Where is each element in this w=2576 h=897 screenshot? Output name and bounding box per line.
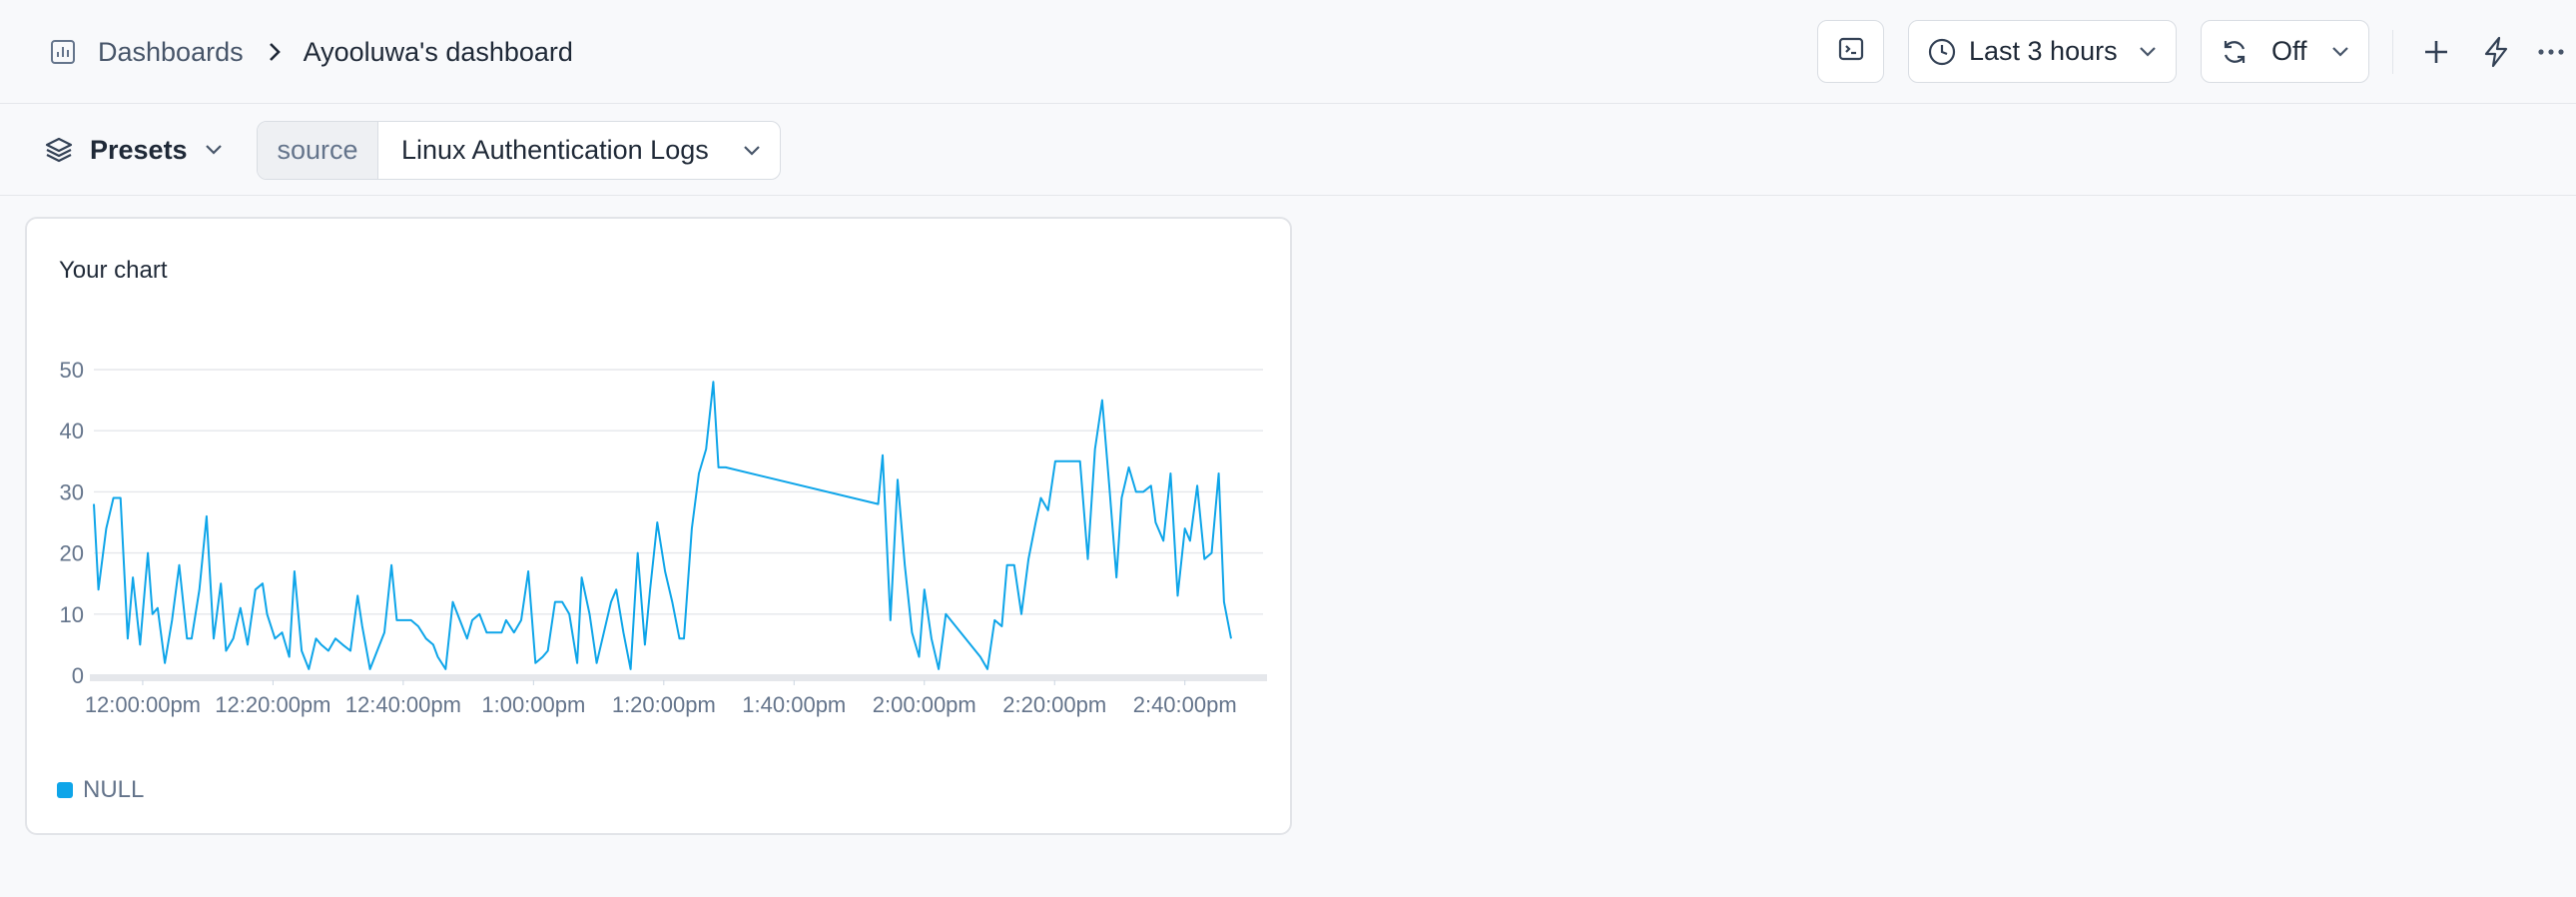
plus-icon — [2422, 38, 2450, 66]
x-tick-label: 1:40:00pm — [742, 692, 846, 717]
bolt-icon — [2482, 36, 2510, 68]
layers-icon — [44, 135, 74, 165]
chevron-down-icon — [2330, 45, 2350, 59]
top-bar: Dashboards Ayooluwa's dashboard Last 3 h… — [0, 0, 2576, 104]
y-tick-label: 10 — [60, 602, 84, 627]
chevron-down-icon — [742, 144, 762, 158]
filter-bar: Presets source Linux Authentication Logs — [0, 104, 2576, 196]
x-tick-label: 12:20:00pm — [215, 692, 330, 717]
chevron-down-icon — [204, 143, 224, 157]
presets-label: Presets — [90, 134, 188, 165]
line-chart: 0 10 20 30 40 50 12:00:00pm 12:20:00pm 12:40:00p… — [60, 358, 1267, 717]
refresh-icon — [2220, 37, 2250, 67]
x-tick-label: 12:00:00pm — [85, 692, 201, 717]
y-tick-label: 0 — [72, 663, 84, 688]
x-tick-label: 2:00:00pm — [873, 692, 976, 717]
source-filter: source Linux Authentication Logs — [257, 121, 781, 180]
presets-dropdown[interactable]: Presets — [44, 127, 224, 173]
source-filter-value: Linux Authentication Logs — [401, 135, 709, 165]
toolbar-divider — [2392, 30, 2393, 74]
legend-label[interactable]: NULL — [83, 776, 144, 804]
add-panel-button[interactable] — [2417, 33, 2455, 71]
breadcrumb: Dashboards Ayooluwa's dashboard — [48, 33, 573, 71]
chart-legend: NULL — [57, 776, 144, 804]
x-tick-label: 1:00:00pm — [481, 692, 585, 717]
clock-icon — [1927, 37, 1957, 67]
bar-chart-icon — [48, 37, 78, 67]
x-tick-label: 1:20:00pm — [612, 692, 716, 717]
terminal-icon — [1837, 35, 1865, 68]
y-tick-label: 40 — [60, 419, 84, 444]
more-horizontal-icon — [2536, 48, 2566, 56]
chevron-down-icon — [2138, 45, 2158, 59]
more-options-button[interactable] — [2534, 33, 2568, 71]
x-tick-label: 2:20:00pm — [1002, 692, 1106, 717]
auto-refresh-label: Off — [2271, 36, 2307, 66]
x-tick-label: 12:40:00pm — [345, 692, 461, 717]
y-tick-label: 50 — [60, 358, 84, 383]
time-range-select[interactable]: Last 3 hours — [1908, 20, 2177, 83]
series-line[interactable] — [93, 381, 1232, 670]
auto-refresh-select[interactable]: Off — [2201, 20, 2369, 83]
breadcrumb-dashboards-link[interactable]: Dashboards — [98, 37, 244, 68]
legend-swatch — [57, 782, 73, 798]
x-axis-line — [90, 674, 1267, 681]
source-filter-key: source — [258, 122, 378, 179]
time-range-label: Last 3 hours — [1969, 36, 2118, 66]
terminal-button[interactable] — [1817, 20, 1884, 83]
page-title: Ayooluwa's dashboard — [303, 36, 573, 67]
x-tick-label: 2:40:00pm — [1133, 692, 1237, 717]
chevron-right-icon — [268, 42, 282, 62]
chart-panel[interactable]: Your chart 0 10 20 30 40 50 12:00:00pm 12:20:00… — [25, 217, 1292, 835]
quick-actions-button[interactable] — [2477, 33, 2515, 71]
y-tick-label: 30 — [60, 479, 84, 504]
source-filter-select[interactable]: Linux Authentication Logs — [378, 122, 780, 179]
y-tick-label: 20 — [60, 541, 84, 566]
